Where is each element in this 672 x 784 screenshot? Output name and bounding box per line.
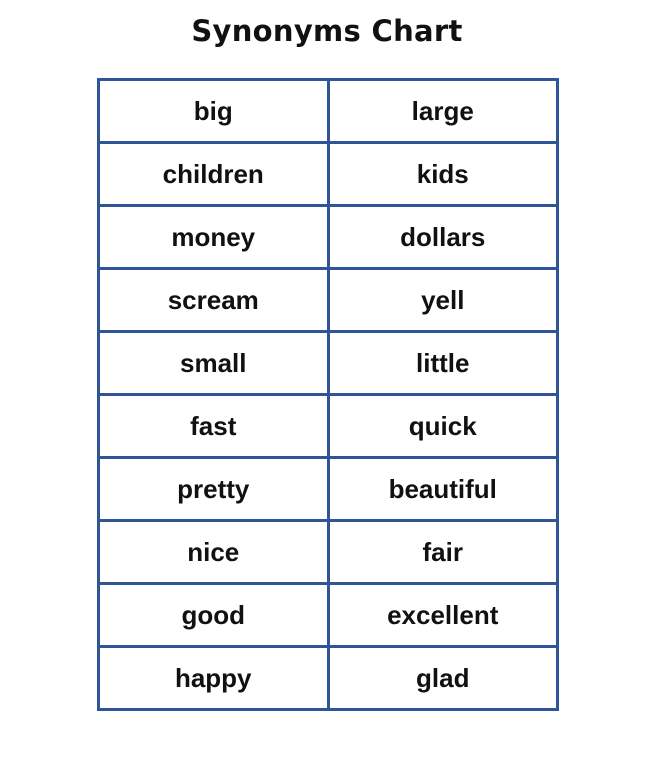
synonym-cell: kids [326,141,559,207]
word-cell: scream [97,267,330,333]
word-cell: nice [97,519,330,585]
word-cell: small [97,330,330,396]
table-row: fast quick [97,393,559,459]
table-row: pretty beautiful [97,456,559,522]
synonym-cell: yell [326,267,559,333]
word-cell: fast [97,393,330,459]
table-row: big large [97,78,559,144]
word-cell: happy [97,645,330,711]
word-cell: children [97,141,330,207]
word-cell: good [97,582,330,648]
synonym-cell: glad [326,645,559,711]
table-row: nice fair [97,519,559,585]
word-cell: pretty [97,456,330,522]
synonym-cell: fair [326,519,559,585]
table-row: good excellent [97,582,559,648]
table-row: happy glad [97,645,559,711]
word-cell: money [97,204,330,270]
table-row: small little [97,330,559,396]
synonym-cell: quick [326,393,559,459]
synonym-cell: large [326,78,559,144]
synonym-cell: excellent [326,582,559,648]
synonym-cell: dollars [326,204,559,270]
synonyms-table: big large children kids money dollars screa… [97,78,559,711]
synonym-cell: little [326,330,559,396]
synonym-cell: beautiful [326,456,559,522]
table-row: money dollars [97,204,559,270]
word-cell: big [97,78,330,144]
chart-title: Synonyms Chart [191,14,463,48]
table-row: children kids [97,141,559,207]
table-row: scream yell [97,267,559,333]
